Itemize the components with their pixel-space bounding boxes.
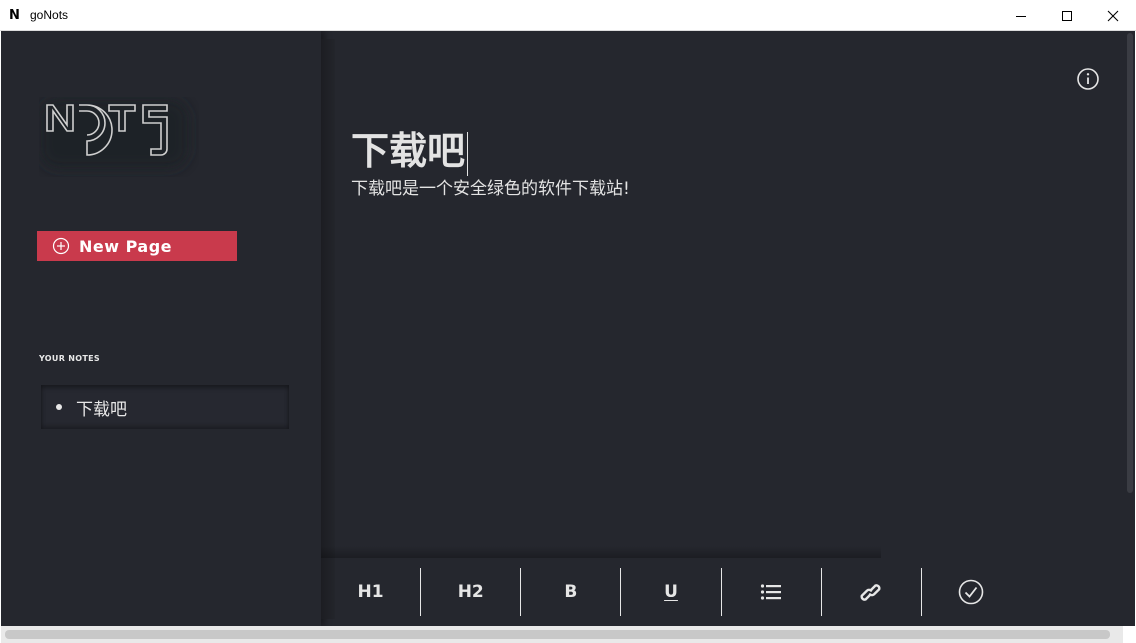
note-body-editor[interactable]: 下载吧是一个安全绿色的软件下载站! bbox=[351, 174, 630, 199]
save-button[interactable] bbox=[922, 562, 1021, 622]
note-title-editor[interactable]: 下载吧 bbox=[351, 120, 469, 176]
check-circle-icon bbox=[959, 579, 984, 605]
note-list-item[interactable]: 下载吧 bbox=[41, 385, 289, 429]
sidebar-divider bbox=[321, 39, 335, 619]
underline-button[interactable]: U bbox=[621, 562, 720, 622]
note-item-label: 下载吧 bbox=[76, 399, 127, 420]
close-icon bbox=[1107, 10, 1119, 21]
scroll-corner bbox=[1123, 626, 1135, 643]
heading1-button[interactable]: H1 bbox=[321, 562, 420, 622]
maximize-button[interactable] bbox=[1044, 0, 1090, 31]
minimize-icon bbox=[1016, 15, 1026, 17]
vertical-scrollbar[interactable] bbox=[1125, 31, 1135, 626]
new-page-label: New Page bbox=[79, 236, 172, 256]
note-title: 下载吧 bbox=[351, 129, 466, 173]
minimize-button[interactable] bbox=[998, 0, 1044, 31]
notes-heading: YOUR NOTES bbox=[39, 354, 100, 363]
list-icon bbox=[761, 584, 782, 600]
window-controls bbox=[998, 0, 1136, 31]
info-icon[interactable] bbox=[1076, 67, 1100, 91]
sidebar: New Page YOUR NOTES 下载吧 bbox=[1, 31, 321, 626]
format-toolbar: H1 H2 B U bbox=[321, 562, 1021, 622]
window-title: goNots bbox=[30, 8, 69, 22]
app-area: New Page YOUR NOTES 下载吧 下载吧 下载吧是一个安全绿色的软… bbox=[1, 31, 1135, 643]
link-icon bbox=[860, 584, 881, 601]
window-titlebar: N goNots bbox=[0, 0, 1136, 31]
toolbar-shadow bbox=[321, 546, 881, 558]
vertical-scroll-thumb[interactable] bbox=[1127, 33, 1133, 493]
horizontal-scroll-thumb[interactable] bbox=[5, 630, 1110, 639]
maximize-icon bbox=[1062, 10, 1072, 21]
brand-logo bbox=[39, 99, 189, 169]
text-caret bbox=[467, 131, 469, 176]
link-button[interactable] bbox=[822, 562, 921, 622]
app-logo: N bbox=[9, 7, 20, 23]
heading2-button[interactable]: H2 bbox=[421, 562, 520, 622]
bold-button[interactable]: B bbox=[521, 562, 620, 622]
bullet-icon bbox=[56, 404, 62, 410]
new-page-button[interactable]: New Page bbox=[37, 231, 237, 261]
list-button[interactable] bbox=[722, 562, 821, 622]
horizontal-scrollbar[interactable] bbox=[1, 626, 1135, 643]
plus-circle-icon bbox=[52, 237, 70, 255]
close-button[interactable] bbox=[1090, 0, 1136, 31]
